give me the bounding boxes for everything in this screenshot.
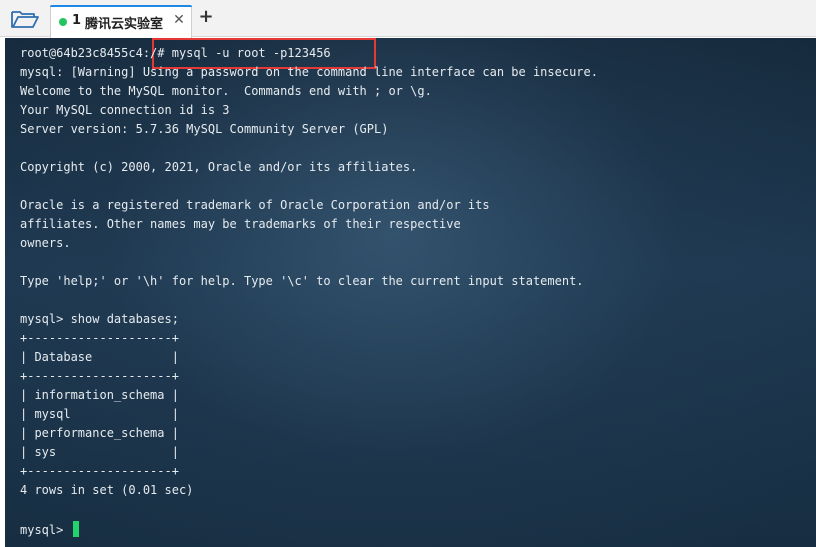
table-row: | performance_schema | <box>20 426 179 440</box>
terminal-line: Type 'help;' or '\h' for help. Type '\c'… <box>20 274 584 288</box>
terminal-line: Welcome to the MySQL monitor. Commands e… <box>20 84 432 98</box>
tab-bar: 1 腾讯云实验室 ✕ + <box>0 0 816 38</box>
table-row: | information_schema | <box>20 388 179 402</box>
connection-status-dot <box>59 18 67 26</box>
table-header: | Database | <box>20 350 179 364</box>
terminal-output[interactable]: root@64b23c8455c4:/# mysql -u root -p123… <box>5 38 816 547</box>
close-icon[interactable]: ✕ <box>171 12 187 30</box>
table-border: +--------------------+ <box>20 331 179 345</box>
add-tab-button[interactable]: + <box>196 6 216 28</box>
tab-number: 1 <box>72 13 82 28</box>
terminal-line: root@64b23c8455c4:/# mysql -u root -p123… <box>20 46 331 60</box>
tab-tencent-lab[interactable]: 1 腾讯云实验室 ✕ <box>50 5 192 38</box>
tab-title: 腾讯云实验室 <box>85 17 164 32</box>
table-row: | sys | <box>20 445 179 459</box>
table-border: +--------------------+ <box>20 464 179 478</box>
terminal-cursor <box>72 521 79 537</box>
tab-active-indicator <box>50 5 192 7</box>
terminal-line: owners. <box>20 236 71 250</box>
terminal-line: 4 rows in set (0.01 sec) <box>20 483 194 497</box>
terminal-line: Copyright (c) 2000, 2021, Oracle and/or … <box>20 160 418 174</box>
mysql-prompt-line[interactable]: mysql> <box>20 521 810 540</box>
terminal-line: affiliates. Other names may be trademark… <box>20 217 461 231</box>
terminal-line: Oracle is a registered trademark of Orac… <box>20 198 490 212</box>
table-row: | mysql | <box>20 407 179 421</box>
terminal-line: mysql> show databases; <box>20 312 179 326</box>
table-border: +--------------------+ <box>20 369 179 383</box>
terminal-line: Server version: 5.7.36 MySQL Community S… <box>20 122 389 136</box>
terminal-line: Your MySQL connection id is 3 <box>20 103 230 117</box>
terminal-line: mysql: [Warning] Using a password on the… <box>20 65 598 79</box>
folder-open-icon[interactable] <box>10 8 40 30</box>
mysql-prompt: mysql> <box>20 523 71 537</box>
terminal-lines: root@64b23c8455c4:/# mysql -u root -p123… <box>20 46 810 540</box>
